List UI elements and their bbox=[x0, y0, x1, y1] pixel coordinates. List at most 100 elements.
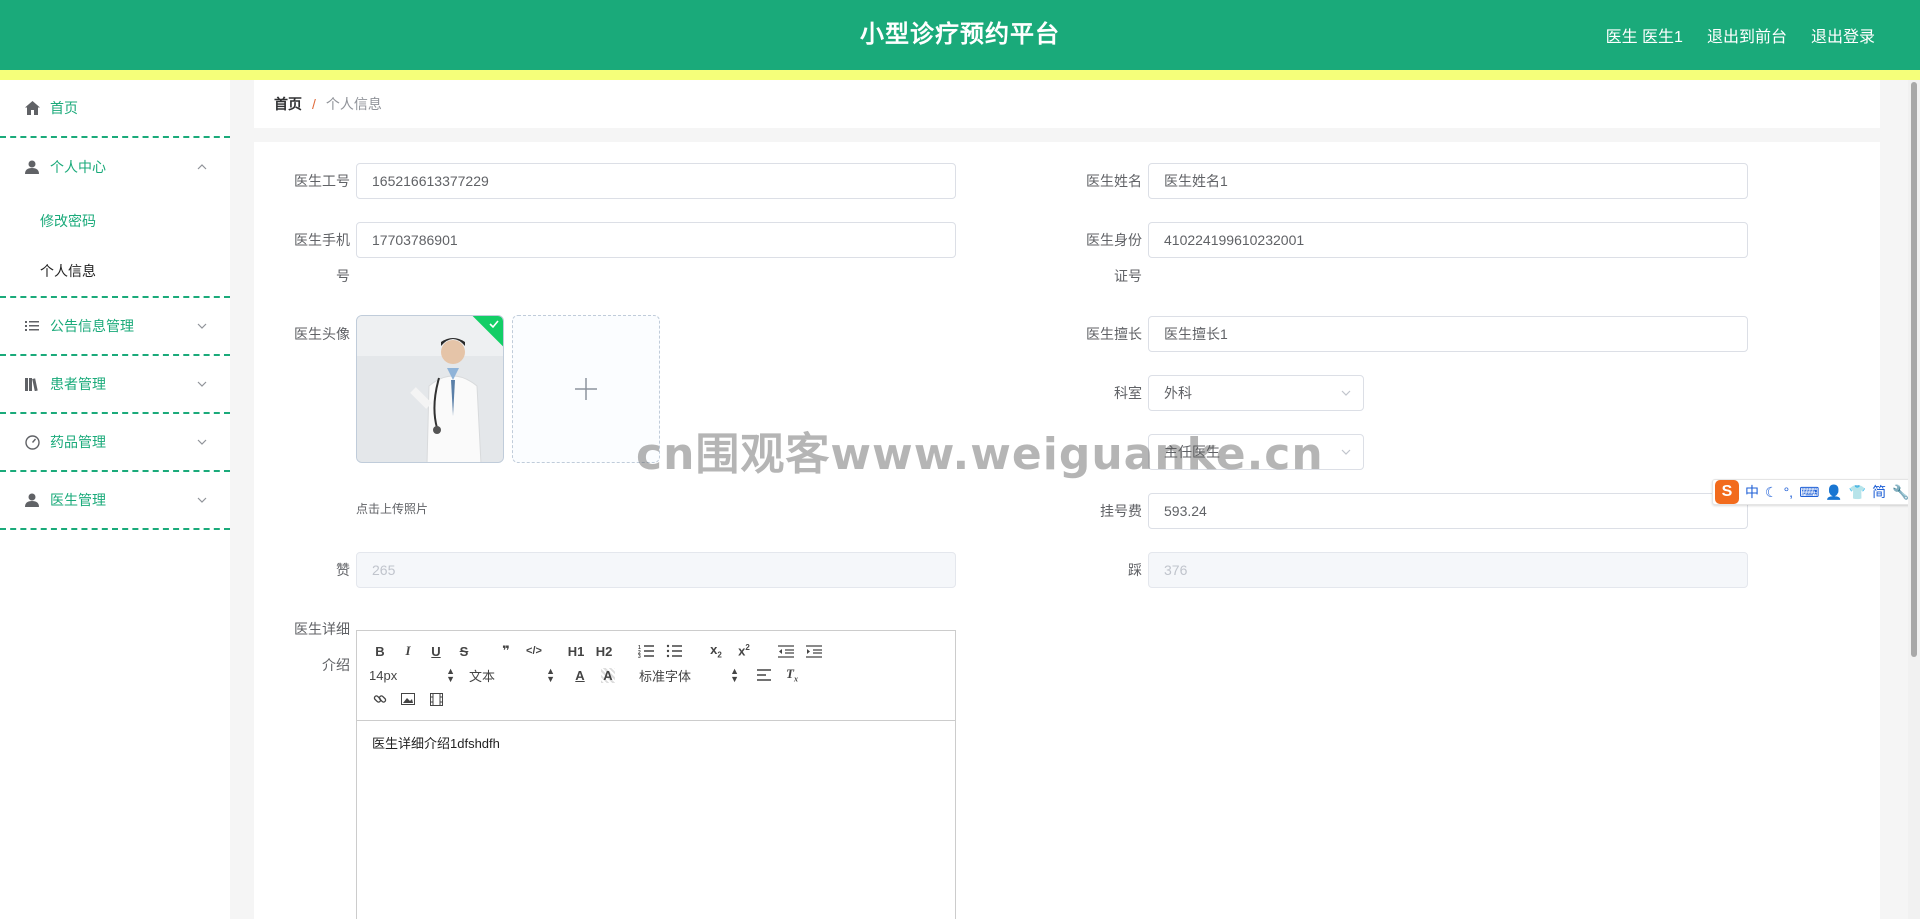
superscript-icon: x2 bbox=[738, 643, 750, 659]
sidebar-item-change-password[interactable]: 修改密码 bbox=[0, 196, 230, 246]
punctuation-icon[interactable]: °, bbox=[1784, 484, 1794, 500]
outdent-button[interactable] bbox=[775, 640, 797, 662]
underline-button[interactable]: U bbox=[425, 640, 447, 662]
doctor-id-input[interactable]: 165216613377229 bbox=[356, 163, 956, 199]
strike-button[interactable]: S bbox=[453, 640, 475, 662]
indent-button[interactable] bbox=[803, 640, 825, 662]
indent-icon bbox=[806, 644, 822, 658]
editor-content[interactable]: 医生详细介绍1dfshdfh bbox=[357, 721, 955, 764]
sogou-logo-icon: S bbox=[1715, 480, 1739, 504]
superscript-button[interactable]: x2 bbox=[733, 640, 755, 662]
ordered-list-button[interactable]: 123 bbox=[635, 640, 657, 662]
breadcrumb-home[interactable]: 首页 bbox=[274, 94, 302, 114]
doctor-idcard-label-line2: 证号 bbox=[1114, 268, 1142, 284]
doctor-idcard-input[interactable]: 410224199610232001 bbox=[1148, 222, 1748, 258]
block-type-select[interactable]: 文本 ▲ ▼ bbox=[469, 666, 555, 685]
avatar-label: 医生头像 bbox=[294, 326, 350, 342]
svg-text:3: 3 bbox=[638, 654, 641, 658]
doctor-name-input[interactable]: 医生姓名1 bbox=[1148, 163, 1748, 199]
italic-icon: I bbox=[405, 643, 411, 658]
subscript-icon: x2 bbox=[710, 642, 722, 660]
blockquote-button[interactable]: ❞ bbox=[495, 640, 517, 662]
font-family-select[interactable]: 标准字体 ▲ ▼ bbox=[639, 666, 739, 685]
doctor-name-label: 医生姓名 bbox=[1086, 173, 1142, 189]
moon-icon[interactable]: ☾ bbox=[1765, 484, 1778, 501]
font-size-value: 14px bbox=[369, 667, 398, 683]
user-voice-icon[interactable]: 👤 bbox=[1825, 484, 1842, 501]
logout-link[interactable]: 退出登录 bbox=[1811, 23, 1875, 47]
bullet-list-button[interactable] bbox=[663, 640, 685, 662]
ime-simplified-toggle[interactable]: 简 bbox=[1872, 482, 1886, 502]
personal-center-submenu: 修改密码 个人信息 bbox=[0, 196, 230, 298]
updown-icon: ▲ ▼ bbox=[730, 666, 739, 684]
background-color-button[interactable]: A bbox=[597, 664, 619, 686]
keyboard-icon[interactable]: ⌨ bbox=[1799, 484, 1819, 501]
toolbar-row-3 bbox=[369, 687, 943, 711]
font-color-button[interactable]: A bbox=[569, 664, 591, 686]
subscript-button[interactable]: x2 bbox=[705, 640, 727, 662]
link-button[interactable] bbox=[369, 688, 391, 710]
sidebar-menu: 首页 个人中心 修改密码 个人信息 公告信息管理 患者管理 药品管理 医生管理 bbox=[0, 80, 230, 919]
sidebar-item-doctor-management[interactable]: 医生管理 bbox=[0, 472, 230, 530]
updown-icon: ▲ ▼ bbox=[546, 666, 555, 684]
gauge-icon bbox=[24, 434, 40, 450]
doctor-phone-label-line2: 号 bbox=[336, 268, 350, 284]
font-size-select[interactable]: 14px ▲ ▼ bbox=[369, 666, 455, 684]
specialty-input[interactable]: 医生擅长1 bbox=[1148, 316, 1748, 352]
user-icon bbox=[24, 159, 40, 175]
toolbar-row-2: 14px ▲ ▼ 文本 ▲ ▼ A A 标准字体 ▲ ▼ Tx bbox=[369, 663, 943, 687]
sidebar-item-label: 个人中心 bbox=[50, 159, 106, 175]
font-family-value: 标准字体 bbox=[639, 668, 692, 684]
department-select[interactable]: 外科 bbox=[1148, 375, 1364, 411]
sidebar-item-label: 医生管理 bbox=[50, 492, 106, 508]
breadcrumb: 首页 / 个人信息 bbox=[254, 80, 1880, 128]
bold-button[interactable]: B bbox=[369, 640, 391, 662]
video-icon bbox=[429, 692, 443, 706]
video-button[interactable] bbox=[425, 688, 447, 710]
sidebar-item-patient-management[interactable]: 患者管理 bbox=[0, 356, 230, 414]
wrench-icon[interactable]: 🔧 bbox=[1892, 484, 1909, 501]
scrollbar-thumb[interactable] bbox=[1911, 82, 1917, 657]
avatar-thumbnail[interactable] bbox=[356, 315, 504, 463]
doctor-phone-input[interactable]: 17703786901 bbox=[356, 222, 956, 258]
ime-toolbar[interactable]: S 中 ☾ °, ⌨ 👤 👕 简 🔧 bbox=[1712, 479, 1920, 505]
header-1-button[interactable]: H1 bbox=[565, 640, 587, 662]
clear-format-button[interactable]: Tx bbox=[781, 664, 803, 686]
sidebar-item-personal-info[interactable]: 个人信息 bbox=[0, 246, 230, 296]
chevron-up-icon bbox=[197, 164, 207, 170]
chevron-down-icon bbox=[197, 381, 207, 387]
profile-form-panel: 医生工号 165216613377229 医生姓名 医生姓名1 医生手机 号 1… bbox=[254, 142, 1880, 919]
header-2-button[interactable]: H2 bbox=[593, 640, 615, 662]
skin-icon[interactable]: 👕 bbox=[1849, 484, 1866, 501]
clear-format-icon: Tx bbox=[786, 666, 798, 684]
exit-to-front-link[interactable]: 退出到前台 bbox=[1707, 23, 1787, 47]
submenu-label: 修改密码 bbox=[40, 213, 96, 229]
likes-input: 265 bbox=[356, 552, 956, 588]
doctor-idcard-label-line1: 医生身份 bbox=[1086, 232, 1142, 248]
align-button[interactable] bbox=[753, 664, 775, 686]
page-scrollbar[interactable] bbox=[1908, 80, 1920, 919]
books-icon bbox=[24, 376, 40, 392]
sidebar-item-notice-management[interactable]: 公告信息管理 bbox=[0, 298, 230, 356]
fee-input[interactable]: 593.24 bbox=[1148, 493, 1748, 529]
updown-icon: ▲ ▼ bbox=[446, 666, 455, 684]
sidebar-item-medicine-management[interactable]: 药品管理 bbox=[0, 414, 230, 472]
rich-text-editor: B I U S ❞ </> H1 H2 123 x2 x2 14px ▲ ▼ 文… bbox=[356, 630, 956, 919]
image-icon bbox=[401, 693, 415, 705]
image-button[interactable] bbox=[397, 688, 419, 710]
dislikes-input: 376 bbox=[1148, 552, 1748, 588]
ordered-list-icon: 123 bbox=[638, 645, 654, 658]
chevron-down-icon bbox=[197, 439, 207, 445]
doctor-phone-label-line1: 医生手机 bbox=[294, 232, 350, 248]
link-icon bbox=[373, 695, 387, 703]
fee-label: 挂号费 bbox=[1100, 503, 1142, 519]
intro-label-line1: 医生详细 bbox=[294, 621, 350, 637]
sidebar-item-personal-center[interactable]: 个人中心 bbox=[0, 138, 230, 196]
code-block-button[interactable]: </> bbox=[523, 640, 545, 662]
italic-button[interactable]: I bbox=[397, 640, 419, 662]
ime-language-toggle[interactable]: 中 bbox=[1745, 482, 1759, 502]
sidebar-item-label: 患者管理 bbox=[50, 376, 106, 392]
user-icon bbox=[24, 492, 40, 508]
sidebar-item-home[interactable]: 首页 bbox=[0, 80, 230, 138]
header-stripe bbox=[0, 70, 1920, 80]
